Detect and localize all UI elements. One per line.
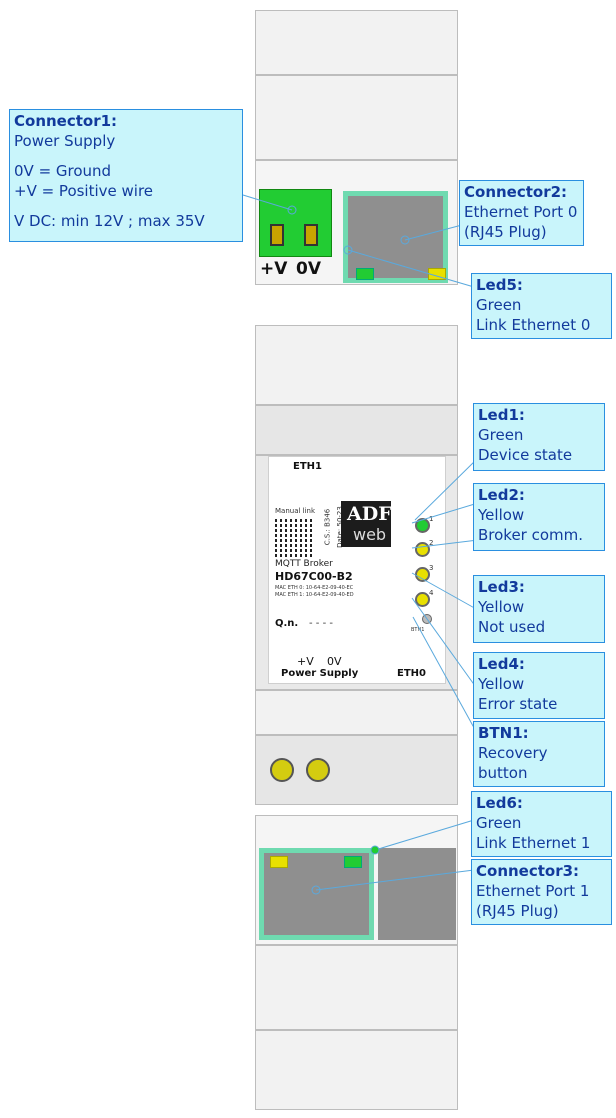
callout-led4: Led4: Yellow Error state bbox=[473, 652, 605, 719]
callout-led1-line1: Green bbox=[478, 426, 524, 444]
callout-led1-title: Led1: bbox=[478, 406, 525, 424]
callout-led5-title: Led5: bbox=[476, 276, 523, 294]
callout-led4-line2: Error state bbox=[478, 695, 558, 713]
leader-connector3 bbox=[315, 869, 475, 891]
callout-connector2-title: Connector2: bbox=[464, 183, 568, 201]
callout-connector3: Connector3: Ethernet Port 1 (RJ45 Plug) bbox=[471, 859, 612, 925]
callout-led6-title: Led6: bbox=[476, 794, 523, 812]
callout-connector2-line1: Ethernet Port 0 bbox=[464, 203, 578, 221]
callout-btn1-line1: Recovery bbox=[478, 744, 548, 762]
callout-led5: Led5: Green Link Ethernet 0 bbox=[471, 273, 612, 339]
callout-led5-line1: Green bbox=[476, 296, 522, 314]
callout-connector3-line2: (RJ45 Plug) bbox=[476, 902, 559, 920]
callout-btn1: BTN1: Recovery button bbox=[473, 721, 605, 787]
callout-connector3-line1: Ethernet Port 1 bbox=[476, 882, 590, 900]
leader-dot-led6 bbox=[370, 845, 380, 855]
leader-led1 bbox=[414, 457, 479, 521]
callout-led2-line2: Broker comm. bbox=[478, 526, 584, 544]
callout-connector1-spacer1 bbox=[14, 151, 238, 161]
callout-led1-line2: Device state bbox=[478, 446, 573, 464]
leader-led4 bbox=[411, 597, 479, 691]
callout-led2-title: Led2: bbox=[478, 486, 525, 504]
callout-led4-title: Led4: bbox=[478, 655, 525, 673]
callout-led4-line1: Yellow bbox=[478, 675, 525, 693]
callout-led6-line2: Link Ethernet 1 bbox=[476, 834, 591, 852]
callout-connector1-line1: Power Supply bbox=[14, 132, 116, 150]
callout-btn1-line2: button bbox=[478, 764, 528, 782]
callout-connector1-line4: +V = Positive wire bbox=[14, 182, 154, 200]
callout-connector1: Connector1: Power Supply 0V = Ground +V … bbox=[9, 109, 243, 242]
callout-led2: Led2: Yellow Broker comm. bbox=[473, 483, 605, 551]
leader-connector1 bbox=[242, 194, 293, 211]
callout-connector1-line3: 0V = Ground bbox=[14, 162, 112, 180]
callout-connector1-line6: V DC: min 12V ; max 35V bbox=[14, 212, 205, 230]
callout-btn1-title: BTN1: bbox=[478, 724, 529, 742]
callout-led3-title: Led3: bbox=[478, 578, 525, 596]
callout-led6-line1: Green bbox=[476, 814, 522, 832]
callout-led3-line2: Not used bbox=[478, 618, 546, 636]
callout-connector3-title: Connector3: bbox=[476, 862, 580, 880]
leader-connector2 bbox=[404, 224, 463, 241]
leader-led2b bbox=[411, 539, 479, 549]
callout-led6: Led6: Green Link Ethernet 1 bbox=[471, 791, 612, 857]
callout-led3-line1: Yellow bbox=[478, 598, 525, 616]
callout-led1: Led1: Green Device state bbox=[473, 403, 605, 471]
leader-led3 bbox=[411, 572, 479, 611]
callout-led3: Led3: Yellow Not used bbox=[473, 575, 605, 643]
callout-connector1-title: Connector1: bbox=[14, 112, 118, 130]
callout-connector2-line2: (RJ45 Plug) bbox=[464, 223, 547, 241]
leader-led5 bbox=[347, 249, 475, 288]
callout-led5-line2: Link Ethernet 0 bbox=[476, 316, 591, 334]
leader-led6 bbox=[374, 819, 475, 851]
callout-led2-line1: Yellow bbox=[478, 506, 525, 524]
callout-connector2: Connector2: Ethernet Port 0 (RJ45 Plug) bbox=[459, 180, 584, 246]
callout-connector1-spacer2 bbox=[14, 201, 238, 211]
